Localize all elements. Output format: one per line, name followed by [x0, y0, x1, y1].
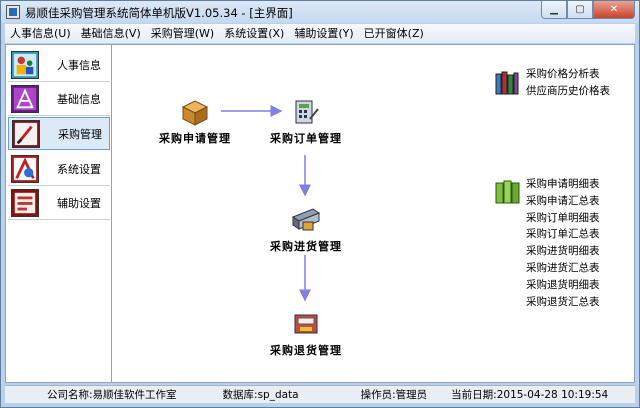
status-date: 当前日期:2015-04-28 10:19:54	[451, 389, 609, 401]
flow-label-request: 采购申请管理	[159, 132, 231, 145]
sidebar-item-label: 采购管理	[58, 127, 102, 141]
personnel-icon	[11, 51, 39, 79]
report-link[interactable]: 采购订单汇总表	[526, 226, 600, 243]
workflow-canvas: 采购申请管理 采购订单管理 采购进货管理 采购退货管理 采购价格分析表 供应商历…	[113, 45, 634, 382]
sidebar-item-basic-info[interactable]: 基础信息	[8, 83, 110, 116]
sidebar: 人事信息 基础信息 采购管理 系统设置 辅助设置	[6, 45, 112, 382]
sidebar-item-procurement[interactable]: 采购管理	[8, 117, 110, 150]
books-icon	[495, 71, 519, 95]
procurement-icon	[12, 119, 40, 148]
flow-node-request[interactable]: 采购申请管理	[155, 97, 235, 146]
title-bar[interactable]: 易顺佳采购管理系统简体单机版V1.05.34 - [主界面] ▁ ▢ ✕	[1, 1, 639, 23]
status-operator: 操作员:管理员	[360, 389, 428, 401]
sidebar-item-label: 人事信息	[57, 59, 101, 72]
return-box-icon	[294, 314, 318, 334]
basic-info-icon	[11, 85, 39, 113]
app-window: 易顺佳采购管理系统简体单机版V1.05.34 - [主界面] ▁ ▢ ✕ 人事信…	[0, 0, 640, 408]
report-link[interactable]: 采购价格分析表	[526, 66, 610, 83]
menu-basic-info[interactable]: 基础信息(V)	[76, 24, 146, 43]
status-bar: 公司名称:易顺佳软件工作室 数据库:sp_data 操作员:管理员 当前日期:2…	[5, 385, 635, 403]
report-link[interactable]: 供应商历史价格表	[526, 83, 610, 100]
sidebar-item-label: 辅助设置	[57, 197, 101, 210]
calculator-document-icon	[295, 100, 319, 124]
report-link[interactable]: 采购进货汇总表	[526, 260, 600, 277]
flow-node-order[interactable]: 采购订单管理	[266, 97, 346, 146]
report-link[interactable]: 采购退货汇总表	[526, 294, 600, 311]
flow-node-return[interactable]: 采购退货管理	[266, 309, 346, 358]
menu-auxiliary-settings[interactable]: 辅助设置(Y)	[289, 24, 358, 43]
report-link[interactable]: 采购申请明细表	[526, 176, 600, 193]
sidebar-item-label: 系统设置	[57, 163, 101, 176]
menu-personnel[interactable]: 人事信息(U)	[5, 24, 76, 43]
detail-report-list: 采购申请明细表 采购申请汇总表 采购订单明细表 采购订单汇总表 采购进货明细表 …	[526, 176, 600, 310]
report-link[interactable]: 采购退货明细表	[526, 277, 600, 294]
report-link[interactable]: 采购申请汇总表	[526, 193, 600, 210]
flow-label-receipt: 采购进货管理	[270, 240, 342, 253]
menu-system-settings[interactable]: 系统设置(X)	[219, 24, 289, 43]
window-title: 易顺佳采购管理系统简体单机版V1.05.34 - [主界面]	[25, 6, 293, 20]
sidebar-item-auxiliary-settings[interactable]: 辅助设置	[8, 187, 110, 220]
menu-open-windows[interactable]: 已开窗体(Z)	[359, 24, 429, 43]
maximize-button[interactable]: ▢	[567, 1, 593, 19]
close-button[interactable]: ✕	[593, 1, 635, 19]
main-area: 人事信息 基础信息 采购管理 系统设置 辅助设置 采购申请管理 采购订单管理 采…	[5, 44, 635, 383]
menu-procurement[interactable]: 采购管理(W)	[146, 24, 219, 43]
status-company: 公司名称:易顺佳软件工作室	[47, 389, 177, 401]
flow-label-return: 采购退货管理	[270, 344, 342, 357]
report-link[interactable]: 采购订单明细表	[526, 210, 600, 227]
minimize-button[interactable]: ▁	[541, 1, 567, 19]
window-controls: ▁ ▢ ✕	[541, 1, 635, 19]
price-report-list: 采购价格分析表 供应商历史价格表	[526, 66, 610, 100]
sidebar-item-label: 基础信息	[57, 93, 101, 106]
report-link[interactable]: 采购进货明细表	[526, 243, 600, 260]
binders-icon	[495, 180, 520, 204]
auxiliary-icon	[11, 189, 39, 217]
menu-bar: 人事信息(U) 基础信息(V) 采购管理(W) 系统设置(X) 辅助设置(Y) …	[5, 24, 635, 43]
status-database: 数据库:sp_data	[222, 389, 299, 401]
flow-label-order: 采购订单管理	[270, 132, 342, 145]
flow-node-receipt[interactable]: 采购进货管理	[266, 203, 346, 254]
scanner-icon	[291, 208, 321, 231]
sidebar-item-personnel[interactable]: 人事信息	[8, 49, 110, 82]
sidebar-item-system-settings[interactable]: 系统设置	[8, 153, 110, 186]
settings-icon	[11, 155, 39, 183]
app-icon[interactable]	[6, 5, 20, 19]
package-box-icon	[181, 100, 209, 126]
